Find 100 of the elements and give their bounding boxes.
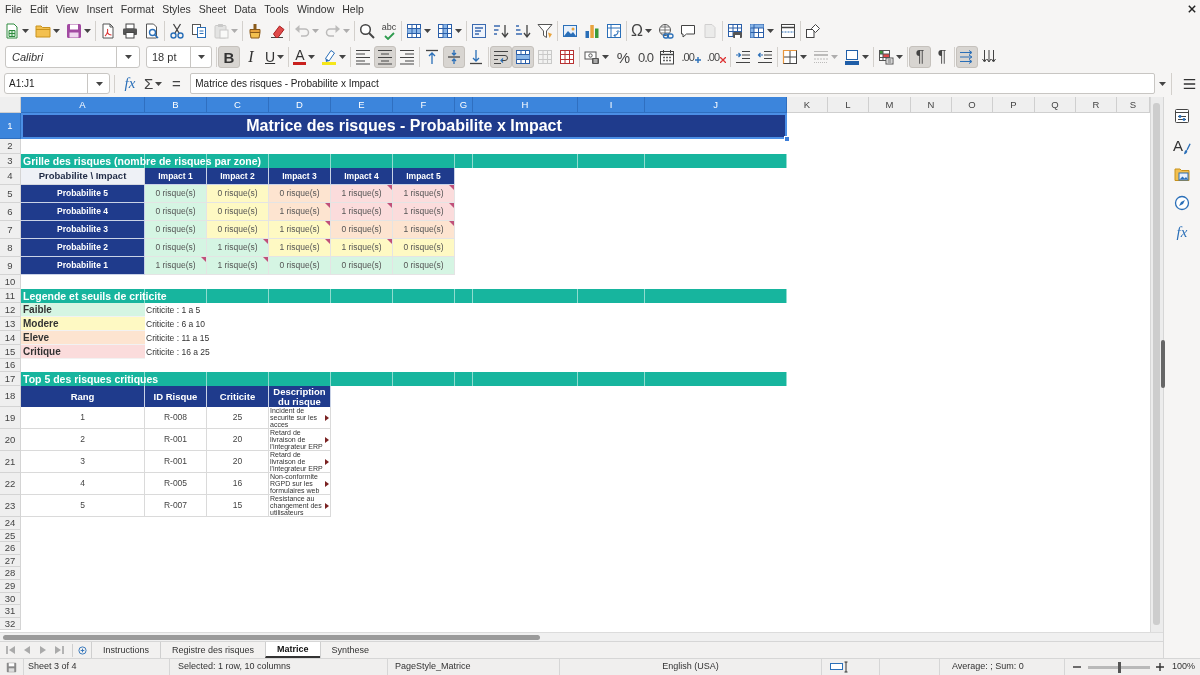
merge-center-button[interactable]	[512, 46, 535, 68]
row-header[interactable]: 23	[0, 495, 21, 517]
row-header[interactable]: 16	[0, 359, 21, 372]
selection-mode-icon[interactable]	[830, 661, 848, 673]
column-header[interactable]: Q	[1035, 97, 1076, 113]
vertical-scrollbar[interactable]	[1150, 97, 1163, 632]
menu-item[interactable]: Help	[338, 0, 368, 18]
special-character-button[interactable]: Ω	[628, 20, 655, 42]
page-style[interactable]: PageStyle_Matrice	[395, 660, 471, 674]
percent-button[interactable]: %	[612, 46, 635, 68]
menu-item[interactable]: View	[52, 0, 83, 18]
plus-circle-icon[interactable]	[78, 645, 87, 655]
scrollbar-thumb[interactable]	[3, 634, 540, 640]
row-header[interactable]: 2	[0, 139, 21, 154]
menu-item[interactable]: Window	[292, 0, 339, 18]
row-header[interactable]: 12	[0, 303, 21, 317]
delete-decimal-button[interactable]: .00	[703, 46, 730, 68]
add-decimal-button[interactable]: .00	[678, 46, 704, 68]
row-header[interactable]: 10	[0, 275, 21, 289]
column-header[interactable]: D	[269, 97, 331, 113]
close-icon[interactable]	[1188, 5, 1196, 13]
sidebar-resize-handle[interactable]	[1161, 340, 1165, 388]
align-center-button[interactable]	[374, 46, 397, 68]
spelling-button[interactable]: abc	[378, 20, 400, 42]
row-header[interactable]: 1	[0, 113, 21, 139]
row-header[interactable]: 26	[0, 542, 21, 555]
horizontal-scrollbar[interactable]	[0, 632, 1163, 641]
menu-item[interactable]: Tools	[260, 0, 293, 18]
text-direction-horizontal-button[interactable]	[956, 46, 979, 68]
menu-item[interactable]: Styles	[158, 0, 195, 18]
menu-item[interactable]: Insert	[82, 0, 117, 18]
column-header[interactable]: L	[828, 97, 869, 113]
font-name-field[interactable]: Calibri	[5, 46, 140, 68]
column-header[interactable]: F	[393, 97, 455, 113]
row-header[interactable]: 11	[0, 289, 21, 303]
row-header[interactable]: 3	[0, 154, 21, 168]
column-header[interactable]: N	[911, 97, 952, 113]
menu-item[interactable]: Sheet	[194, 0, 231, 18]
column-header[interactable]: A	[21, 97, 145, 113]
menu-item[interactable]: Data	[230, 0, 261, 18]
row-header[interactable]: 5	[0, 185, 21, 203]
font-color-button[interactable]: A	[290, 46, 319, 68]
column-header[interactable]: G	[455, 97, 473, 113]
column-header[interactable]: B	[145, 97, 207, 113]
row-header[interactable]: 18	[0, 386, 21, 407]
underline-button[interactable]: U	[262, 46, 288, 68]
row-header[interactable]: 31	[0, 605, 21, 618]
row-header[interactable]: 19	[0, 407, 21, 429]
minus-icon[interactable]	[1073, 664, 1081, 670]
align-middle-button[interactable]	[443, 46, 466, 68]
column-header[interactable]: M	[869, 97, 911, 113]
fill-handle-icon[interactable]	[784, 136, 790, 142]
scrollbar-thumb[interactable]	[1153, 103, 1160, 625]
name-box[interactable]: A1:J1	[4, 73, 110, 94]
functions-button[interactable]: fx	[1171, 221, 1193, 243]
column-header[interactable]: R	[1076, 97, 1117, 113]
formula-button[interactable]: =	[165, 72, 188, 95]
menu-item[interactable]: Edit	[25, 0, 52, 18]
row-header[interactable]: 28	[0, 567, 21, 580]
row-header[interactable]: 14	[0, 331, 21, 345]
number-format-button[interactable]: 0.0	[634, 46, 657, 68]
column-header[interactable]: J	[645, 97, 787, 113]
row-header[interactable]: 17	[0, 372, 21, 386]
row-header[interactable]: 9	[0, 257, 21, 275]
row-header[interactable]: 4	[0, 168, 21, 185]
menu-item[interactable]: Format	[116, 0, 159, 18]
row-header[interactable]: 7	[0, 221, 21, 239]
row-header[interactable]: 15	[0, 345, 21, 359]
font-size-field[interactable]: 18 pt	[146, 46, 212, 68]
arrow-to-start-icon[interactable]	[6, 645, 16, 655]
row-header[interactable]: 21	[0, 451, 21, 473]
row-header[interactable]: 8	[0, 239, 21, 257]
column-header[interactable]: I	[578, 97, 645, 113]
sum-button[interactable]: Σ	[141, 72, 166, 95]
column-header[interactable]: K	[787, 97, 828, 113]
column-header[interactable]: S	[1117, 97, 1150, 113]
wrap-text-button[interactable]	[490, 46, 513, 68]
column-header[interactable]: C	[207, 97, 269, 113]
right-to-left-button[interactable]: ¶	[931, 46, 954, 68]
row-header[interactable]: 6	[0, 203, 21, 221]
sheet-tab[interactable]: Matrice	[265, 642, 320, 658]
column-header[interactable]: O	[952, 97, 993, 113]
italic-button[interactable]: I	[240, 46, 262, 68]
bold-button[interactable]: B	[218, 46, 240, 68]
slider-thumb[interactable]	[1118, 661, 1121, 673]
row-header[interactable]: 13	[0, 317, 21, 331]
column-header[interactable]: E	[331, 97, 393, 113]
language[interactable]: English (USA)	[662, 660, 719, 674]
left-to-right-button[interactable]: ¶	[909, 46, 932, 68]
plus-icon[interactable]	[1156, 663, 1164, 671]
row-header[interactable]: 22	[0, 473, 21, 495]
zoom-level[interactable]: 100%	[1172, 660, 1196, 674]
formula-input[interactable]: Matrice des risques - Probabilite x Impact	[190, 73, 1155, 94]
row-header[interactable]: 20	[0, 429, 21, 451]
row-header[interactable]: 24	[0, 517, 21, 530]
column-header[interactable]: P	[993, 97, 1035, 113]
menu-item[interactable]: File	[1, 0, 26, 18]
styles-button[interactable]: A	[1170, 134, 1194, 156]
function-wizard-button[interactable]: fx	[119, 72, 141, 95]
column-header[interactable]: H	[473, 97, 578, 113]
